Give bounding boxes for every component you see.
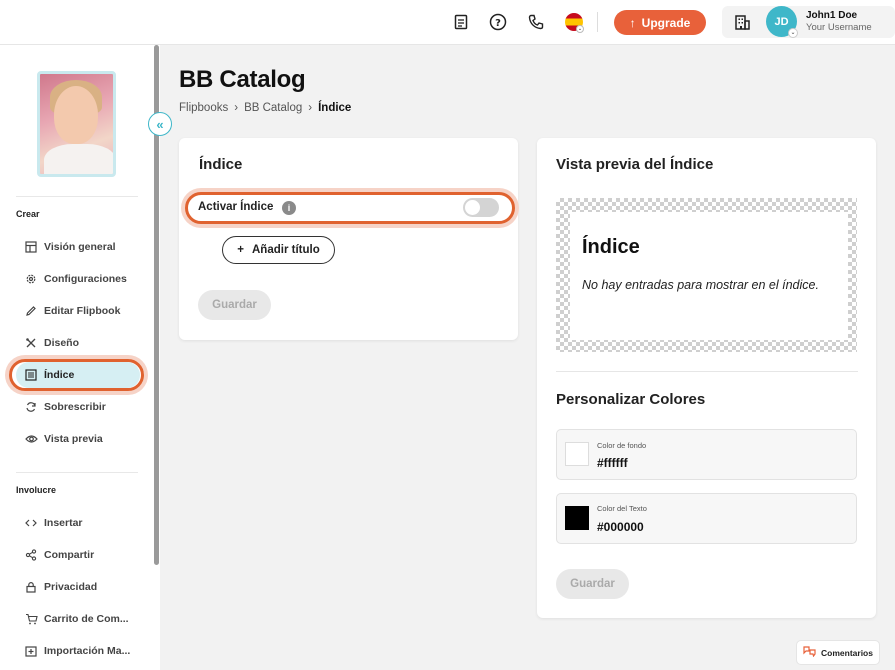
card-title: Índice	[199, 156, 243, 173]
card-title: Vista previa del Índice	[556, 156, 714, 173]
sidebar-item-preview[interactable]: Vista previa	[16, 426, 140, 452]
sidebar-item-overwrite[interactable]: Sobrescribir	[16, 394, 140, 420]
divider	[597, 12, 598, 32]
breadcrumb-link-flipbooks[interactable]: Flipbooks	[179, 102, 228, 114]
text-color-field[interactable]	[556, 493, 857, 544]
refresh-icon	[24, 400, 38, 414]
building-icon[interactable]	[732, 12, 752, 32]
sidebar-item-share[interactable]: Compartir	[16, 542, 140, 568]
collapse-sidebar-button[interactable]: «	[148, 112, 172, 136]
save-button[interactable]: Guardar	[198, 290, 271, 320]
preview-heading: Índice	[582, 236, 640, 258]
section-title-involve: Involucre	[16, 485, 57, 495]
sidebar-item-import[interactable]: Importación Ma...	[16, 638, 140, 664]
info-icon[interactable]: i	[282, 201, 296, 215]
layout-icon	[24, 240, 38, 254]
arrow-up-icon: ↑	[629, 15, 636, 30]
plus-icon: +	[237, 244, 244, 256]
toggle-label: Activar Índice	[198, 201, 274, 213]
sidebar-item-privacy[interactable]: Privacidad	[16, 574, 140, 600]
toggle-knob	[465, 200, 480, 215]
comments-icon	[803, 646, 816, 659]
save-colors-button[interactable]: Guardar	[556, 569, 629, 599]
page-title: BB Catalog	[179, 66, 306, 93]
background-color-caption: Color de fondo	[597, 441, 647, 450]
lock-icon	[24, 580, 38, 594]
section-title-create: Crear	[16, 209, 40, 219]
user-username: Your Username	[806, 22, 872, 33]
divider	[16, 196, 138, 197]
sidebar-item-edit-flipbook[interactable]: Editar Flipbook	[16, 298, 140, 324]
share-icon	[24, 548, 38, 562]
background-color-swatch[interactable]	[565, 442, 589, 466]
comments-button[interactable]: Comentarios	[796, 640, 880, 665]
sidebar-item-settings[interactable]: Configuraciones	[16, 266, 140, 292]
document-icon[interactable]	[451, 12, 471, 32]
cart-icon	[24, 612, 38, 626]
text-color-caption: Color del Texto	[597, 504, 647, 513]
flipbook-thumbnail[interactable]	[37, 71, 116, 177]
svg-text:?: ?	[495, 18, 501, 29]
chevron-down-icon: ⌄	[576, 25, 584, 33]
breadcrumb: Flipbooks › BB Catalog › Índice	[179, 102, 351, 114]
text-color-value: #000000	[597, 520, 644, 534]
sidebar-item-embed[interactable]: Insertar	[16, 510, 140, 536]
divider	[556, 371, 858, 372]
user-name: John1 Doe	[806, 10, 858, 21]
breadcrumb-link-catalog[interactable]: BB Catalog	[244, 102, 302, 114]
sidebar-item-cart[interactable]: Carrito de Com...	[16, 606, 140, 632]
list-icon	[24, 368, 38, 382]
upgrade-button[interactable]: ↑ Upgrade	[614, 10, 706, 35]
code-icon	[24, 516, 38, 530]
chevron-right-icon: ›	[308, 102, 313, 114]
chevron-right-icon: ›	[234, 102, 239, 114]
sidebar-item-overview[interactable]: Visión general	[16, 234, 140, 260]
background-color-field[interactable]	[556, 429, 857, 480]
chevron-down-icon: ⌄	[788, 28, 798, 38]
sidebar-item-design[interactable]: Diseño	[16, 330, 140, 356]
phone-icon[interactable]	[526, 12, 546, 32]
divider	[16, 472, 138, 473]
tools-icon	[24, 336, 38, 350]
help-icon[interactable]: ?	[488, 12, 508, 32]
empty-message: No hay entradas para mostrar en el índic…	[582, 278, 819, 292]
sidebar-item-index[interactable]: Índice	[16, 362, 140, 388]
add-title-button[interactable]: + Añadir título	[222, 236, 335, 264]
breadcrumb-current: Índice	[318, 102, 352, 114]
gear-icon	[24, 272, 38, 286]
eye-icon	[24, 432, 38, 446]
text-color-swatch[interactable]	[565, 506, 589, 530]
import-icon	[24, 644, 38, 658]
pencil-icon	[24, 304, 38, 318]
background-color-value: #ffffff	[597, 456, 628, 470]
customize-colors-title: Personalizar Colores	[556, 391, 706, 408]
